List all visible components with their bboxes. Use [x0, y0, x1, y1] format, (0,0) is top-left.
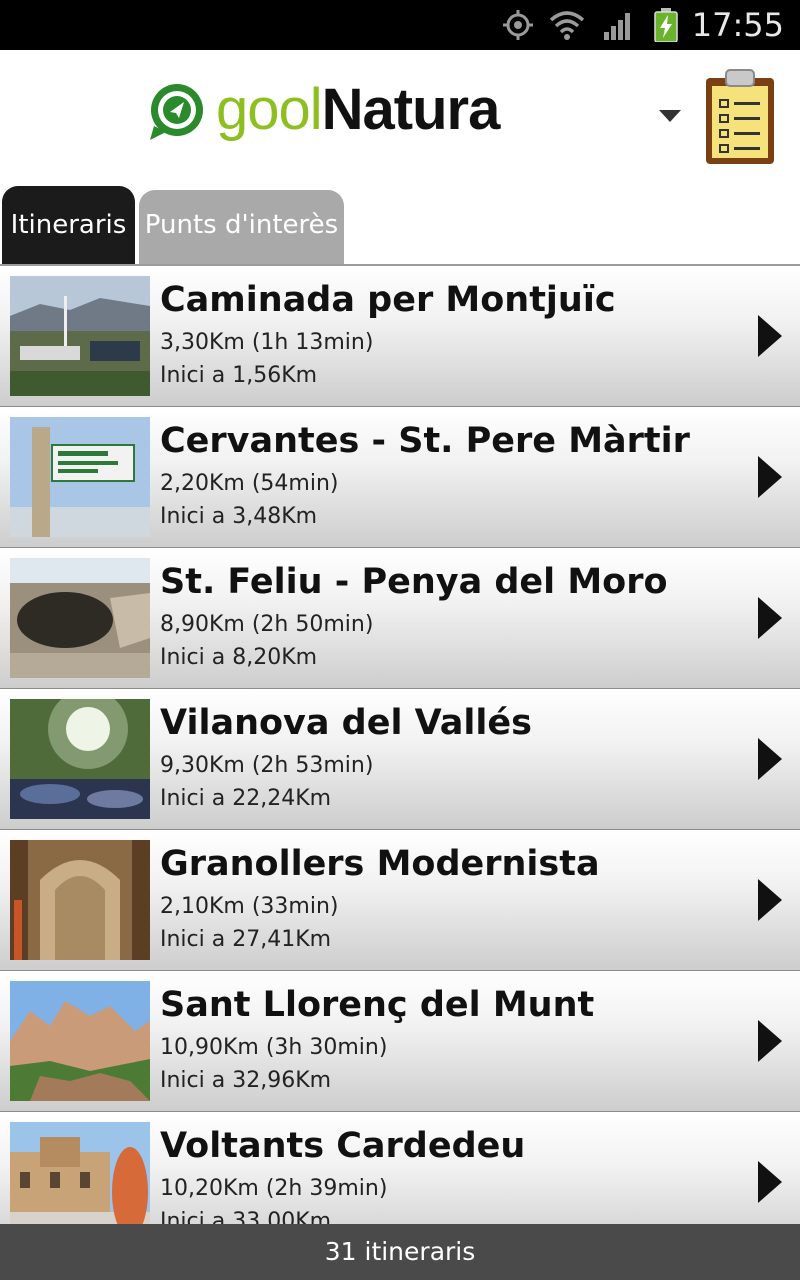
- list-item[interactable]: Sant Llorenç del Munt 10,90Km (3h 30min)…: [0, 971, 800, 1112]
- itinerary-distance: 9,30Km (2h 53min): [160, 753, 374, 778]
- gps-icon: [503, 10, 533, 40]
- battery-charging-icon: [654, 8, 678, 42]
- itinerary-thumbnail: [10, 276, 150, 396]
- chevron-right-icon: [758, 1020, 782, 1062]
- status-bar: 17:55: [0, 0, 800, 50]
- status-time: 17:55: [691, 6, 784, 44]
- list-item[interactable]: Voltants Cardedeu 10,20Km (2h 39min) Ini…: [0, 1112, 800, 1224]
- logo-gool: gool: [216, 77, 323, 142]
- itinerary-distance: 3,30Km (1h 13min): [160, 330, 374, 355]
- itinerary-thumbnail: [10, 981, 150, 1101]
- tab-itineraris[interactable]: Itineraris: [2, 186, 135, 264]
- list-item[interactable]: Granollers Modernista 2,10Km (33min) Ini…: [0, 830, 800, 971]
- itinerary-title: Vilanova del Vallés: [160, 703, 532, 743]
- itinerary-distance: 10,20Km (2h 39min): [160, 1176, 388, 1201]
- chevron-right-icon: [758, 738, 782, 780]
- signal-icon: [604, 13, 630, 40]
- itinerary-distance: 2,10Km (33min): [160, 894, 339, 919]
- itinerary-thumbnail: [10, 699, 150, 819]
- itinerary-start: Inici a 8,20Km: [160, 645, 318, 670]
- itinerary-start: Inici a 3,48Km: [160, 504, 318, 529]
- itinerary-distance: 2,20Km (54min): [160, 471, 339, 496]
- itinerary-title: Voltants Cardedeu: [160, 1126, 526, 1166]
- list-item[interactable]: Caminada per Montjuïc 3,30Km (1h 13min) …: [0, 266, 800, 407]
- chevron-right-icon: [758, 879, 782, 921]
- logo-natura: Natura: [321, 77, 501, 142]
- itinerary-start: Inici a 33,00Km: [160, 1209, 332, 1224]
- app-logo-text: goolNatura: [216, 76, 501, 143]
- chevron-right-icon: [758, 1161, 782, 1203]
- itinerary-thumbnail: [10, 840, 150, 960]
- goolnatura-logo-icon: [150, 84, 203, 140]
- itinerary-list[interactable]: Caminada per Montjuïc 3,30Km (1h 13min) …: [0, 266, 800, 1224]
- itinerary-title: Cervantes - St. Pere Màrtir: [160, 421, 690, 461]
- list-item[interactable]: Vilanova del Vallés 9,30Km (2h 53min) In…: [0, 689, 800, 830]
- itinerary-title: St. Feliu - Penya del Moro: [160, 562, 668, 602]
- clipboard-list-icon[interactable]: [700, 68, 780, 168]
- itinerary-start: Inici a 32,96Km: [160, 1068, 332, 1093]
- itinerary-start: Inici a 27,41Km: [160, 927, 332, 952]
- tab-bar: Itineraris Punts d'interès: [0, 186, 800, 266]
- itinerary-title: Caminada per Montjuïc: [160, 280, 616, 320]
- itinerary-title: Granollers Modernista: [160, 844, 600, 884]
- chevron-right-icon: [758, 456, 782, 498]
- tab-punts-interes[interactable]: Punts d'interès: [139, 190, 344, 264]
- list-item[interactable]: Cervantes - St. Pere Màrtir 2,20Km (54mi…: [0, 407, 800, 548]
- chevron-right-icon: [758, 597, 782, 639]
- wifi-icon: [549, 11, 585, 40]
- itinerary-thumbnail: [10, 417, 150, 537]
- dropdown-arrow-icon[interactable]: [656, 102, 684, 130]
- itinerary-start: Inici a 1,56Km: [160, 363, 318, 388]
- itinerary-distance: 8,90Km (2h 50min): [160, 612, 374, 637]
- itinerary-distance: 10,90Km (3h 30min): [160, 1035, 388, 1060]
- itinerary-start: Inici a 22,24Km: [160, 786, 332, 811]
- app-header: goolNatura: [0, 50, 800, 186]
- itinerary-thumbnail: [10, 1122, 150, 1224]
- list-item[interactable]: St. Feliu - Penya del Moro 8,90Km (2h 50…: [0, 548, 800, 689]
- itinerary-title: Sant Llorenç del Munt: [160, 985, 595, 1025]
- chevron-right-icon: [758, 315, 782, 357]
- itinerary-count-footer: 31 itineraris: [0, 1224, 800, 1280]
- itinerary-thumbnail: [10, 558, 150, 678]
